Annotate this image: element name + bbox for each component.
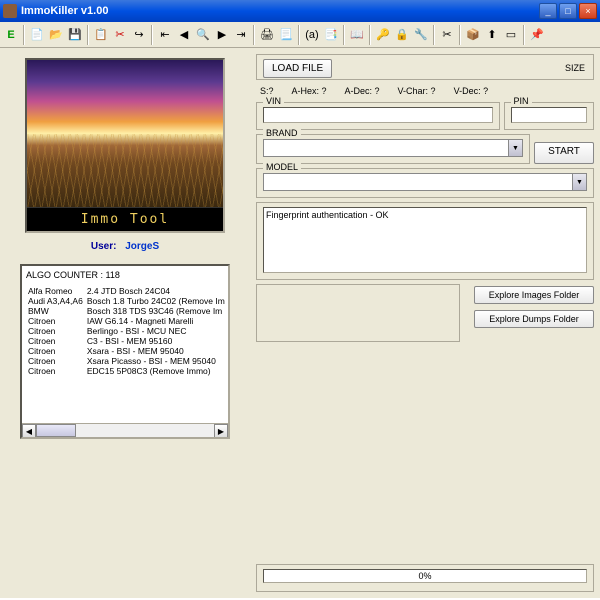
new-icon[interactable]: 📄 — [28, 25, 46, 45]
user-name: JorgeS — [125, 241, 159, 252]
print-icon[interactable]: 🖨 — [258, 25, 276, 45]
pin-group: PIN — [504, 102, 595, 130]
table-row[interactable]: CitroenC3 - BSI - MEM 95160 — [26, 336, 227, 346]
status-adec: A-Dec: ? — [345, 86, 380, 96]
preview-icon[interactable]: 📃 — [277, 25, 295, 45]
tool-icon[interactable]: 🔧 — [412, 25, 430, 45]
table-row[interactable]: Alfa Romeo2.4 JTD Bosch 24C04 — [26, 286, 227, 296]
key-icon[interactable]: 🔑 — [374, 25, 392, 45]
cut-icon[interactable]: ↪ — [130, 25, 148, 45]
status-box: Fingerprint authentication - OK — [256, 202, 594, 280]
chevron-down-icon[interactable]: ▼ — [572, 174, 586, 190]
logo-text: Immo Tool — [27, 207, 223, 231]
user-label: User: — [91, 241, 117, 252]
table-row[interactable]: BMWBosch 318 TDS 93C46 (Remove Im — [26, 306, 227, 316]
a2-icon[interactable]: 📑 — [322, 25, 340, 45]
load-file-group: LOAD FILE SIZE — [256, 54, 594, 80]
book-icon[interactable]: 📖 — [348, 25, 366, 45]
table-row[interactable]: CitroenIAW G6.14 - Magneti Marelli — [26, 316, 227, 326]
model-group: MODEL ▼ — [256, 168, 594, 198]
window-title: ImmoKiller v1.00 — [21, 5, 539, 17]
copy-icon[interactable]: 📋 — [92, 25, 110, 45]
maximize-button[interactable]: □ — [559, 3, 577, 19]
logo-image: Immo Tool — [25, 58, 225, 233]
chevron-down-icon[interactable]: ▼ — [508, 140, 522, 156]
window-buttons: _ □ × — [539, 3, 597, 19]
brand-label: BRAND — [263, 128, 301, 138]
last-icon[interactable]: ⇥ — [232, 25, 250, 45]
load-file-button[interactable]: LOAD FILE — [263, 59, 332, 78]
scroll-thumb[interactable] — [36, 424, 76, 437]
sel-icon[interactable]: ▭ — [502, 25, 520, 45]
table-row[interactable]: CitroenEDC15 5P08C3 (Remove Immo) — [26, 366, 227, 376]
progress-bar: 0% — [263, 569, 587, 583]
pin-label: PIN — [511, 96, 532, 106]
next-icon[interactable]: ▶ — [213, 25, 231, 45]
vin-label: VIN — [263, 96, 284, 106]
table-row[interactable]: CitroenXsara Picasso - BSI - MEM 95040 — [26, 356, 227, 366]
status-vchar: V-Char: ? — [398, 86, 436, 96]
toolbar: E 📄 📂 💾 📋 ✂ ↪ ⇤ ◀ 🔍 ▶ ⇥ 🖨 📃 (a) 📑 📖 🔑 🔒 … — [0, 22, 600, 48]
table-row[interactable]: CitroenBerlingo - BSI - MCU NEC — [26, 326, 227, 336]
up-icon[interactable]: ⬆ — [483, 25, 501, 45]
pin-input[interactable] — [511, 107, 588, 123]
prev-icon[interactable]: ◀ — [175, 25, 193, 45]
main-area: Immo Tool User: JorgeS ALGO COUNTER : 11… — [0, 48, 600, 598]
explore-images-button[interactable]: Explore Images Folder — [474, 286, 594, 304]
find-icon[interactable]: 🔍 — [194, 25, 212, 45]
save-icon[interactable]: 💾 — [66, 25, 84, 45]
sunset-graphic — [27, 60, 223, 207]
pin-icon[interactable]: 📌 — [528, 25, 546, 45]
first-icon[interactable]: ⇤ — [156, 25, 174, 45]
status-line: S:? A-Hex: ? A-Dec: ? V-Char: ? V-Dec: ? — [256, 84, 594, 98]
scroll-left-icon[interactable]: ◀ — [22, 424, 36, 438]
vehicle-list-box: ALGO COUNTER : 118 Alfa Romeo2.4 JTD Bos… — [20, 264, 230, 439]
toolbar-ext-icon[interactable]: E — [2, 25, 20, 45]
left-panel: Immo Tool User: JorgeS ALGO COUNTER : 11… — [0, 48, 250, 598]
brand-group: BRAND ▼ — [256, 134, 530, 164]
table-row[interactable]: Audi A3,A4,A6Bosch 1.8 Turbo 24C02 (Remo… — [26, 296, 227, 306]
table-row[interactable]: CitroenXsara - BSI - MEM 95040 — [26, 346, 227, 356]
algo-counter: ALGO COUNTER : 118 — [26, 270, 224, 280]
close-button[interactable]: × — [579, 3, 597, 19]
lock-icon[interactable]: 🔒 — [393, 25, 411, 45]
vin-input[interactable] — [263, 107, 493, 123]
status-vdec: V-Dec: ? — [454, 86, 489, 96]
status-message: Fingerprint authentication - OK — [266, 210, 389, 220]
model-select[interactable]: ▼ — [263, 173, 587, 191]
progress-text: 0% — [264, 570, 586, 582]
scroll-track[interactable] — [36, 424, 214, 437]
status-textarea[interactable]: Fingerprint authentication - OK — [263, 207, 587, 273]
open-icon[interactable]: 📂 — [47, 25, 65, 45]
progress-group: 0% — [256, 564, 594, 592]
right-panel: LOAD FILE SIZE S:? A-Hex: ? A-Dec: ? V-C… — [250, 48, 600, 598]
model-label: MODEL — [263, 162, 301, 172]
horizontal-scrollbar[interactable]: ◀ ▶ — [22, 423, 228, 437]
a1-icon[interactable]: (a) — [303, 25, 321, 45]
scissors-icon[interactable]: ✂ — [438, 25, 456, 45]
vin-group: VIN — [256, 102, 500, 130]
brand-select[interactable]: ▼ — [263, 139, 523, 157]
minimize-button[interactable]: _ — [539, 3, 557, 19]
spacer-box — [256, 284, 460, 342]
titlebar: ImmoKiller v1.00 _ □ × — [0, 0, 600, 22]
status-s: S:? — [260, 86, 274, 96]
status-ahex: A-Hex: ? — [292, 86, 327, 96]
size-label: SIZE — [565, 63, 585, 73]
box-icon[interactable]: 📦 — [464, 25, 482, 45]
user-line: User: JorgeS — [91, 241, 159, 252]
paste-icon[interactable]: ✂ — [111, 25, 129, 45]
app-icon — [3, 4, 17, 18]
vehicle-table: Alfa Romeo2.4 JTD Bosch 24C04Audi A3,A4,… — [26, 286, 227, 376]
scroll-right-icon[interactable]: ▶ — [214, 424, 228, 438]
explore-dumps-button[interactable]: Explore Dumps Folder — [474, 310, 594, 328]
start-button[interactable]: START — [534, 142, 594, 164]
